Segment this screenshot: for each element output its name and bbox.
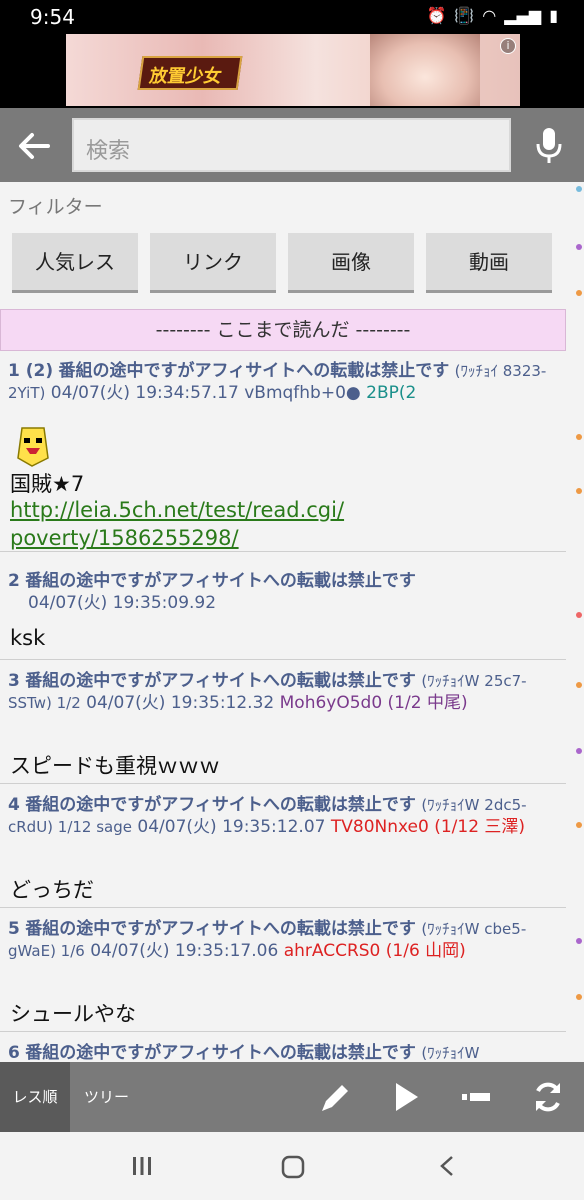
post-number[interactable]: 2 [8, 571, 20, 591]
post-header: 1 (2) 番組の途中ですがアフィサイトへの転載は禁止です (ﾜｯﾁｮｲ 832… [8, 360, 564, 404]
scroll-marker [576, 822, 582, 828]
post-number[interactable]: 1 (2) [8, 361, 53, 381]
post-date: 04/07(火) 19:35:09.92 [28, 593, 217, 613]
thread-content[interactable]: フィルター 人気レス リンク 画像 動画 -------- ここまで読んだ --… [0, 182, 568, 1062]
back-icon[interactable] [436, 1154, 458, 1178]
filter-popular-button[interactable]: 人気レス [12, 233, 138, 293]
post-body: どっちだ [10, 878, 94, 902]
ad-banner[interactable]: 放置少女 i [66, 34, 520, 106]
post-number[interactable]: 5 [8, 919, 20, 939]
microphone-icon[interactable] [534, 126, 564, 166]
post-name: 番組の途中ですがアフィサイトへの転載は禁止です [25, 919, 416, 939]
post-number[interactable]: 3 [8, 671, 20, 691]
post-header: 3 番組の途中ですがアフィサイトへの転載は禁止です (ﾜｯﾁｮｲW 25c7-S… [8, 670, 564, 714]
scroll-marker [576, 938, 582, 944]
back-arrow-icon[interactable] [14, 126, 54, 166]
post-body: 国賊★7 [10, 472, 85, 496]
pencil-icon[interactable] [318, 1079, 354, 1115]
search-bar: 検索 [0, 108, 584, 182]
home-icon[interactable] [280, 1154, 306, 1180]
post-body: ksk [10, 626, 46, 650]
signal-icon: ▂▄▆ [504, 6, 542, 25]
post-id[interactable]: ahrACCRS0 (1/6 山岡) [284, 941, 466, 961]
post-body: シュールやな [10, 1002, 136, 1026]
post-header: 5 番組の途中ですがアフィサイトへの転載は禁止です (ﾜｯﾁｮｲW cbe5-g… [8, 918, 564, 962]
scroll-indicator[interactable] [568, 182, 584, 1062]
refresh-icon[interactable] [530, 1079, 566, 1115]
filter-label: フィルター [8, 196, 103, 218]
search-input[interactable]: 検索 [72, 118, 511, 172]
post-2[interactable]: 2 番組の途中ですがアフィサイトへの転載は禁止です 04/07(火) 19:35… [0, 562, 566, 660]
post-6[interactable]: 6 番組の途中ですがアフィサイトへの転載は禁止です (ﾜｯﾁｮｲW [0, 1034, 566, 1062]
read-marker: -------- ここまで読んだ -------- [0, 309, 566, 351]
search-placeholder: 検索 [86, 139, 131, 164]
filter-link-button[interactable]: リンク [150, 233, 276, 293]
post-body: スピードも重視ｗｗｗ [10, 754, 220, 778]
post-name: 番組の途中ですがアフィサイトへの転載は禁止です [58, 361, 450, 381]
post-name: 番組の途中ですがアフィサイトへの転載は禁止です [25, 571, 416, 591]
wifi-icon: ◠ [482, 6, 497, 25]
tab-post-order[interactable]: レス順 [0, 1062, 70, 1132]
status-bar: 9:54 ⏰ 📳 ◠ ▂▄▆ ▮ [0, 0, 584, 34]
filter-button-row: 人気レス リンク 画像 動画 [12, 233, 553, 293]
post-date: 04/07(火) 19:35:17.06 [90, 941, 279, 961]
battery-icon: ▮ [549, 6, 558, 25]
ad-logo: 放置少女 [137, 56, 243, 90]
post-header: 2 番組の途中ですがアフィサイトへの転載は禁止です 04/07(火) 19:35… [8, 570, 564, 614]
scroll-marker [576, 434, 582, 440]
post-4[interactable]: 4 番組の途中ですがアフィサイトへの転載は禁止です (ﾜｯﾁｮｲW 2dc5-c… [0, 786, 566, 908]
status-time: 9:54 [30, 5, 75, 29]
bottom-toolbar: レス順 ツリー [0, 1062, 584, 1132]
scroll-marker [576, 488, 582, 494]
post-id[interactable]: TV80Nnxe0 (1/12 三澤) [331, 817, 525, 837]
scroll-marker [576, 748, 582, 754]
post-number[interactable]: 6 [8, 1043, 20, 1062]
alarm-icon: ⏰ [426, 6, 447, 25]
post-number[interactable]: 4 [8, 795, 20, 815]
tab-tree[interactable]: ツリー [84, 1062, 129, 1132]
scroll-marker [576, 290, 582, 296]
post-name: 番組の途中ですがアフィサイトへの転載は禁止です [25, 671, 416, 691]
post-be-id[interactable]: 2BP(2 [366, 383, 416, 403]
post-3[interactable]: 3 番組の途中ですがアフィサイトへの転載は禁止です (ﾜｯﾁｮｲW 25c7-S… [0, 662, 566, 784]
post-id[interactable]: vBmqfhb+0● [244, 383, 361, 403]
post-header: 6 番組の途中ですがアフィサイトへの転載は禁止です (ﾜｯﾁｮｲW [8, 1042, 564, 1062]
filter-image-button[interactable]: 画像 [288, 233, 414, 293]
jump-end-icon[interactable] [458, 1079, 494, 1115]
system-nav-bar [0, 1132, 584, 1200]
post-name: 番組の途中ですがアフィサイトへの転載は禁止です [25, 795, 416, 815]
post-link[interactable]: http://leia.5ch.net/test/read.cgi/ [10, 498, 344, 522]
play-icon[interactable] [388, 1079, 424, 1115]
post-trip: (ﾜｯﾁｮｲW [421, 1044, 480, 1062]
scroll-marker [576, 994, 582, 1000]
scroll-marker [576, 682, 582, 688]
scroll-marker [576, 186, 582, 192]
ad-info-icon[interactable]: i [500, 38, 516, 54]
post-5[interactable]: 5 番組の途中ですがアフィサイトへの転載は禁止です (ﾜｯﾁｮｲW cbe5-g… [0, 910, 566, 1032]
post-link-continued[interactable]: poverty/1586255298/ [10, 526, 239, 550]
ad-character-image [370, 34, 480, 106]
recent-apps-icon[interactable] [130, 1154, 154, 1178]
scroll-marker [576, 612, 582, 618]
filter-video-button[interactable]: 動画 [426, 233, 552, 293]
vibrate-icon: 📳 [454, 6, 475, 25]
status-icons: ⏰ 📳 ◠ ▂▄▆ ▮ [426, 6, 558, 25]
post-date: 04/07(火) 19:34:57.17 [50, 383, 239, 403]
post-id[interactable]: Moh6yO5d0 (1/2 中尾) [280, 693, 468, 713]
be-icon [17, 427, 49, 467]
post-name: 番組の途中ですがアフィサイトへの転載は禁止です [25, 1043, 416, 1062]
post-date: 04/07(火) 19:35:12.32 [86, 693, 275, 713]
post-date: 04/07(火) 19:35:12.07 [137, 817, 326, 837]
scroll-marker [576, 244, 582, 250]
post-header: 4 番組の途中ですがアフィサイトへの転載は禁止です (ﾜｯﾁｮｲW 2dc5-c… [8, 794, 564, 838]
post-1[interactable]: 1 (2) 番組の途中ですがアフィサイトへの転載は禁止です (ﾜｯﾁｮｲ 832… [0, 352, 566, 552]
